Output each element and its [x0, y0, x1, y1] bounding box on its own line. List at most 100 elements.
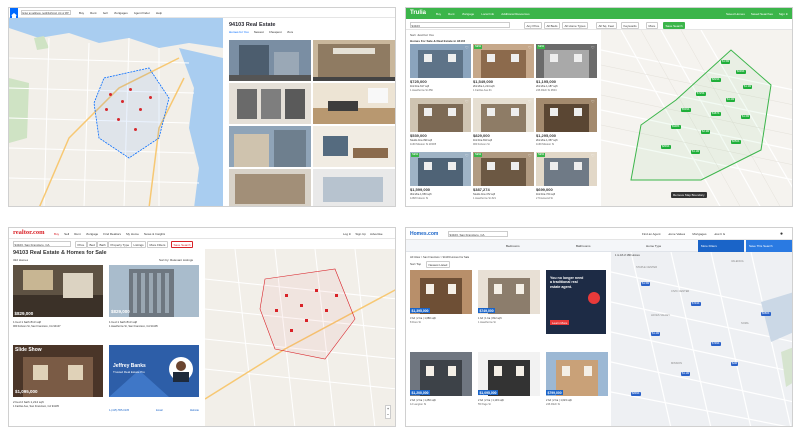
zillow-nav-item[interactable]: Sell: [103, 11, 108, 15]
trulia-listing-card[interactable]: NEW ♡ $1,599,000 3bd 2ba 1,650 sqft 1268 Fol…: [410, 152, 471, 204]
homes-search-input[interactable]: 94103, San Francisco, CA: [448, 231, 508, 237]
map-pin[interactable]: [315, 289, 318, 292]
map-pin[interactable]: [305, 319, 308, 322]
map-pin[interactable]: [300, 304, 303, 307]
saved-homes-link[interactable]: Saved Homes: [726, 12, 745, 16]
map-price-pin[interactable]: $680K: [761, 312, 771, 316]
save-heart-icon[interactable]: ♡: [591, 99, 595, 104]
save-heart-icon[interactable]: ♡: [465, 99, 469, 104]
map-pin[interactable]: [149, 96, 152, 99]
saved-searches-link[interactable]: Saved Searches: [751, 12, 773, 16]
trulia-listing-card[interactable]: NEW ♡ $1,549,000 2bd 2ba 1,214 sqft 1 Fairfa…: [473, 44, 534, 96]
realtor-logo[interactable]: realtor.com: [13, 229, 45, 236]
more-filter[interactable]: More: [646, 22, 658, 29]
listing-photo[interactable]: [313, 83, 395, 124]
zillow-logo-icon[interactable]: [10, 8, 18, 19]
trulia-nav-item[interactable]: Rent: [448, 12, 454, 16]
map-price-pin[interactable]: $1.6M: [741, 115, 751, 119]
zillow-tab[interactable]: Homes for You: [229, 30, 249, 34]
homes-listing-card[interactable]: $1,095,000 2 bd | 2 ba | 1,133 sqft 55 Pag…: [478, 352, 540, 422]
homes-listing-card[interactable]: $749,000 1 bd | 1 ba | 812 sqft 1 Hawthorn…: [478, 270, 540, 340]
trulia-map[interactable]: $1.5M $699K $829K $1.3M $725K $1.2M $539K $387K…: [601, 30, 792, 206]
realtor-map[interactable]: + −: [205, 249, 395, 426]
realtor-nav-item[interactable]: Buy: [54, 232, 59, 236]
trulia-listing-card[interactable]: NEW ♡ $387,274 Studio 1ba 472 sqft 1 Hawthor…: [473, 152, 534, 204]
zillow-tab[interactable]: Cheapest: [269, 30, 282, 34]
homes-ad[interactable]: You no longer need a traditional real es…: [546, 270, 606, 334]
trulia-search-input[interactable]: 94103: [410, 22, 510, 28]
map-price-pin[interactable]: $725K: [696, 92, 706, 96]
homes-listing-card[interactable]: $1,395,000 3 bd | 2 ba | 1,680 sqft 8 Dore…: [410, 270, 472, 340]
save-search-button[interactable]: Save Search: [171, 241, 194, 248]
bathrooms-filter[interactable]: Bathrooms: [576, 244, 591, 248]
listing-photo[interactable]: [229, 126, 311, 167]
sqft-filter[interactable]: All Sq. Feet: [596, 22, 617, 29]
map-price-pin[interactable]: $998K: [671, 125, 681, 129]
realtor-search-input[interactable]: 94103, San Francisco, CA: [13, 241, 71, 247]
zillow-map[interactable]: [9, 18, 223, 206]
map-price-pin[interactable]: $799K: [711, 342, 721, 346]
save-heart-icon[interactable]: ♡: [591, 45, 595, 50]
sign-up-link[interactable]: Sign Up: [355, 232, 366, 236]
zillow-nav-item[interactable]: Rent: [90, 11, 96, 15]
realtor-nav-item[interactable]: Sell: [64, 232, 69, 236]
bed-filter[interactable]: Bed: [87, 241, 98, 248]
find-agent-link[interactable]: Find an Agent: [642, 232, 661, 236]
homes-map[interactable]: VALENCIA STAPLE CENTER CIVIC CENTER HAYE…: [611, 252, 792, 426]
save-heart-icon[interactable]: ♡: [465, 153, 469, 158]
more-filters-button[interactable]: More Filters: [698, 240, 744, 252]
map-price-pin[interactable]: $899K: [631, 392, 641, 396]
log-in-link[interactable]: Log In: [343, 232, 351, 236]
realtor-nav-item[interactable]: Rent: [74, 232, 80, 236]
realtor-nav-item[interactable]: News & Insights: [144, 232, 166, 236]
save-heart-icon[interactable]: ♡: [528, 99, 532, 104]
homes-logo[interactable]: Homes.com: [410, 231, 438, 237]
price-filter[interactable]: Price: [75, 241, 87, 248]
listing-photo[interactable]: [229, 40, 311, 81]
save-heart-icon[interactable]: ♡: [591, 153, 595, 158]
mortgages-link[interactable]: Mortgages: [692, 232, 706, 236]
bedrooms-filter[interactable]: Bedrooms: [506, 244, 520, 248]
home-values-link[interactable]: Home Values: [668, 232, 686, 236]
map-price-pin[interactable]: $1.2M: [651, 332, 661, 336]
trulia-listing-card[interactable]: NEW ♡ $1,195,000 2bd 2ba 1,187 sqft 246 Ritc…: [536, 44, 597, 96]
price-filter[interactable]: Any Price: [524, 22, 542, 29]
zillow-nav-item[interactable]: Buy: [79, 11, 84, 15]
map-price-pin[interactable]: $1.5M: [721, 60, 731, 64]
map-price-pin[interactable]: $539K: [681, 108, 691, 112]
beds-filter[interactable]: All Beds: [544, 22, 561, 29]
save-heart-icon[interactable]: ♡: [528, 153, 532, 158]
map-price-pin[interactable]: $1.2M: [726, 98, 736, 102]
trulia-listing-card[interactable]: ♡ $1,295,000 2bd 2ba 1,357 sqft 1169 Missio…: [536, 98, 597, 150]
map-price-pin[interactable]: $1.1M: [681, 372, 691, 376]
map-price-pin[interactable]: $650K: [731, 140, 741, 144]
map-price-pin[interactable]: $1.3M: [743, 85, 753, 89]
keywords-filter[interactable]: Keywords: [621, 22, 640, 29]
listing-photo[interactable]: [313, 40, 395, 81]
trulia-nav-item[interactable]: Additional Resources: [501, 12, 529, 16]
map-pin[interactable]: [117, 118, 120, 121]
user-icon[interactable]: ●: [780, 231, 783, 237]
trulia-nav-item[interactable]: Local Info: [481, 12, 494, 16]
trulia-listing-card[interactable]: ♡ $829,000 1bd 1ba 813 sqft 960 Folsom St: [473, 98, 534, 150]
advertise-link[interactable]: Advertise: [370, 232, 383, 236]
email-agent-button[interactable]: Email: [156, 409, 163, 412]
more-filters-button[interactable]: More Filters: [147, 241, 168, 248]
map-price-pin[interactable]: $2M: [731, 362, 739, 366]
map-pin[interactable]: [275, 309, 278, 312]
home-type-filter[interactable]: All Home Types: [562, 22, 588, 29]
trulia-logo[interactable]: Trulia: [410, 10, 426, 16]
homes-sort-select[interactable]: Newest Listed: [426, 261, 450, 268]
zillow-nav-item[interactable]: Agent finder: [134, 11, 150, 15]
map-price-pin[interactable]: $749K: [691, 302, 701, 306]
zoom-out-icon[interactable]: −: [386, 412, 390, 418]
zillow-search-input[interactable]: Enter an address, neighborhood, city or …: [21, 10, 71, 15]
save-heart-icon[interactable]: ♡: [465, 45, 469, 50]
map-price-pin[interactable]: $387K: [711, 112, 721, 116]
zillow-tab[interactable]: More: [287, 30, 294, 34]
map-pin[interactable]: [335, 294, 338, 297]
save-search-button[interactable]: Save Search: [663, 22, 686, 29]
map-pin[interactable]: [139, 108, 142, 111]
trulia-nav-item[interactable]: Mortgage: [462, 12, 475, 16]
call-agent-button[interactable]: 1-(415) 555-0135: [109, 409, 129, 412]
